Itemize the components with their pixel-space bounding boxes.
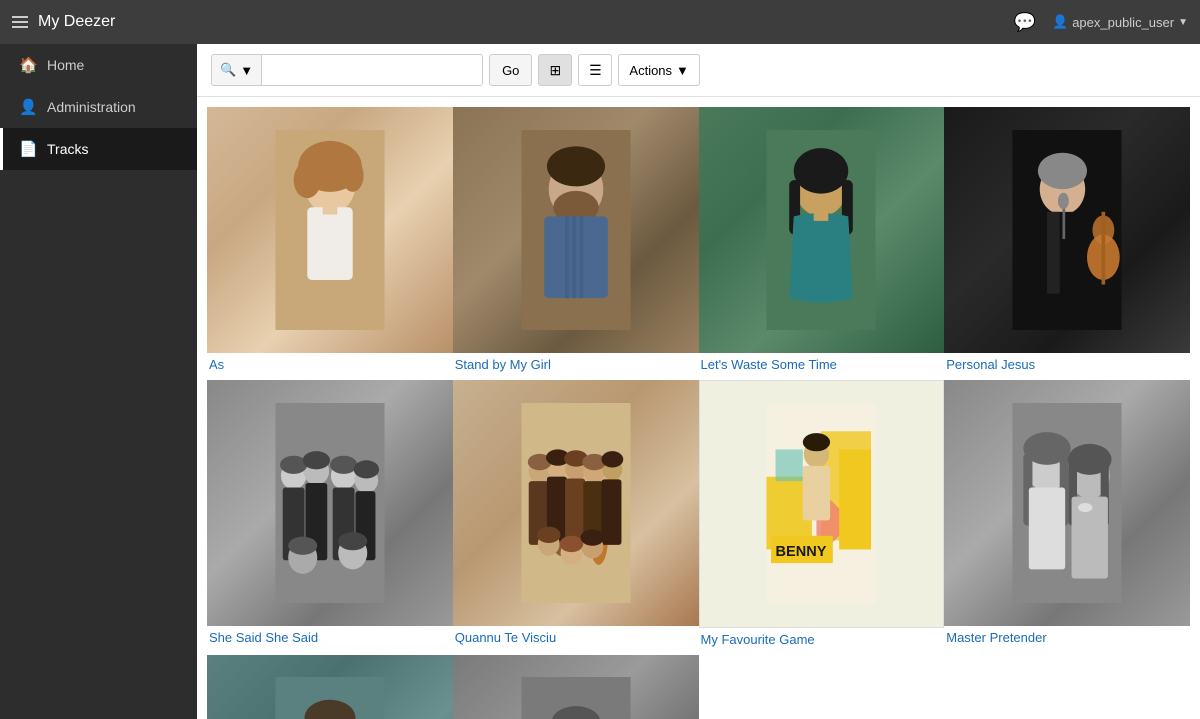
track-5-image [270, 403, 390, 603]
search-chevron: ▼ [240, 63, 253, 78]
track-4-label: Personal Jesus [944, 353, 1190, 380]
layout: 🏠 Home 👤 Administration 📄 Tracks 🔍 ▼ Go [0, 44, 1200, 719]
track-item[interactable]: BENNY SINGS My Favourite Game [699, 380, 945, 655]
track-item[interactable]: Master Pretender [944, 380, 1190, 655]
actions-button[interactable]: Actions ▼ [618, 54, 700, 86]
admin-icon: 👤 [19, 98, 37, 116]
track-1-label: As [207, 353, 453, 380]
sidebar-item-home[interactable]: 🏠 Home [0, 44, 197, 86]
tracks-grid: As [197, 97, 1200, 719]
search-input[interactable] [262, 55, 482, 85]
search-type-select[interactable]: 🔍 ▼ [212, 55, 262, 85]
track-8-label: Master Pretender [944, 626, 1190, 653]
list-icon: ☰ [589, 62, 602, 79]
toolbar: 🔍 ▼ Go ⊞ ☰ Actions ▼ [197, 44, 1200, 97]
actions-label: Actions [629, 63, 672, 78]
tracks-icon: 📄 [19, 140, 37, 158]
search-icon: 🔍 [220, 62, 236, 78]
track-5-label: She Said She Said [207, 626, 453, 653]
track-3-image [761, 130, 881, 330]
track-3-label: Let's Waste Some Time [699, 353, 945, 380]
track-2-image [516, 130, 636, 330]
sidebar-home-label: Home [47, 57, 84, 73]
svg-text:BENNY: BENNY [776, 543, 827, 559]
track-item[interactable]: She Said She Said [207, 380, 453, 655]
track-7-label: My Favourite Game [699, 628, 945, 655]
sidebar-item-tracks[interactable]: 📄 Tracks [0, 128, 197, 170]
track-6-image [516, 403, 636, 603]
search-box: 🔍 ▼ [211, 54, 483, 86]
track-6-label: Quannu Te Visciu [453, 626, 699, 653]
track-item[interactable] [207, 655, 453, 719]
track-9-image [270, 677, 390, 719]
track-7-image: BENNY SINGS [761, 404, 881, 604]
user-menu[interactable]: 👤 apex_public_user ▼ [1052, 14, 1188, 30]
grid-icon: ⊞ [550, 62, 562, 79]
topbar-right: 💬 👤 apex_public_user ▼ [1014, 12, 1188, 33]
sidebar-item-administration[interactable]: 👤 Administration [0, 86, 197, 128]
main-content: 🔍 ▼ Go ⊞ ☰ Actions ▼ [197, 44, 1200, 719]
username-label: apex_public_user [1072, 15, 1174, 30]
track-2-label: Stand by My Girl [453, 353, 699, 380]
track-item[interactable]: Let's Waste Some Time [699, 107, 945, 380]
grid-view-button[interactable]: ⊞ [538, 54, 572, 86]
chat-icon[interactable]: 💬 [1014, 12, 1036, 33]
track-1-image [270, 130, 390, 330]
go-button[interactable]: Go [489, 54, 532, 86]
home-icon: 🏠 [19, 56, 37, 74]
track-item[interactable] [453, 655, 699, 719]
topbar-left: My Deezer [12, 13, 115, 31]
track-8-image [1007, 403, 1127, 603]
track-item[interactable]: Quannu Te Visciu [453, 380, 699, 655]
track-10-image [516, 677, 636, 719]
track-item[interactable]: Personal Jesus [944, 107, 1190, 380]
track-item[interactable]: Stand by My Girl [453, 107, 699, 380]
user-icon: 👤 [1052, 14, 1068, 30]
topbar: My Deezer 💬 👤 apex_public_user ▼ [0, 0, 1200, 44]
track-item[interactable]: As [207, 107, 453, 380]
sidebar: 🏠 Home 👤 Administration 📄 Tracks [0, 44, 197, 719]
hamburger-icon[interactable] [12, 16, 28, 28]
actions-chevron-icon: ▼ [676, 63, 689, 78]
app-title: My Deezer [38, 13, 115, 31]
chevron-down-icon: ▼ [1178, 17, 1188, 28]
sidebar-tracks-label: Tracks [47, 141, 88, 157]
list-view-button[interactable]: ☰ [578, 54, 612, 86]
track-4-image [1007, 130, 1127, 330]
sidebar-admin-label: Administration [47, 99, 136, 115]
